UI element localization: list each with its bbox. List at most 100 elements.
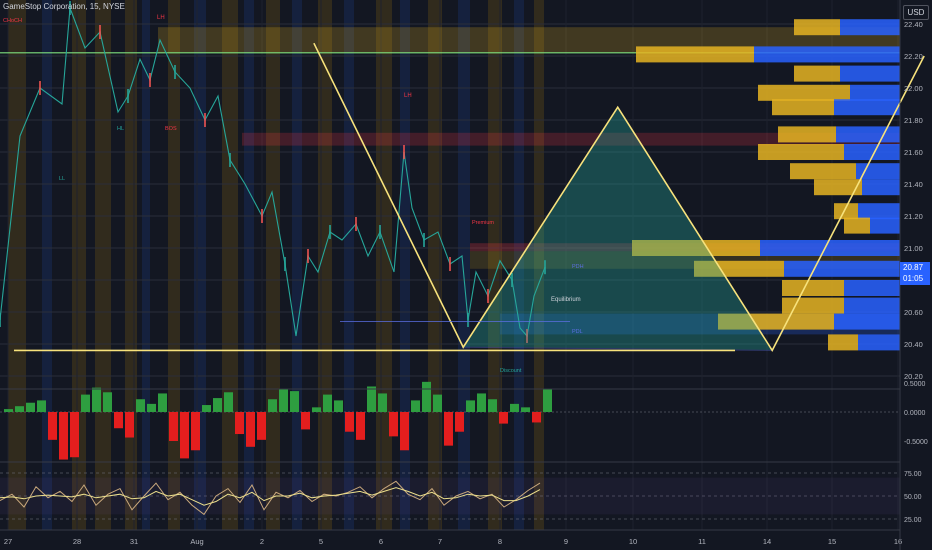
osc-bar xyxy=(125,412,134,438)
osc-bar xyxy=(158,393,167,412)
vp-down-bar xyxy=(828,334,858,351)
vp-down-bar xyxy=(844,217,870,234)
label-lh-left: LH xyxy=(157,15,165,21)
candle xyxy=(307,249,309,263)
candle xyxy=(261,209,263,223)
osc-bar xyxy=(15,406,24,412)
candle xyxy=(174,65,176,79)
vp-up-bar xyxy=(844,297,900,314)
rsi-tick-label: 25.00 xyxy=(904,517,922,524)
osc-bar xyxy=(499,412,508,424)
vp-up-bar xyxy=(858,203,900,220)
vp-down-bar xyxy=(790,163,856,180)
osc-bar xyxy=(26,402,35,412)
vp-up-bar xyxy=(840,65,900,82)
label-bos: BOS xyxy=(165,126,177,132)
osc-bar xyxy=(114,412,123,429)
time-tick-label: 15 xyxy=(828,537,836,546)
osc-bar xyxy=(136,399,145,412)
label-hl: HL xyxy=(117,126,124,132)
price-tick-label: 21.40 xyxy=(904,180,923,189)
time-tick-label: 8 xyxy=(498,537,502,546)
time-tick-label: 5 xyxy=(319,537,323,546)
session-band xyxy=(458,0,470,530)
candle xyxy=(127,89,129,103)
vp-up-bar xyxy=(784,260,900,277)
osc-bar xyxy=(4,409,13,412)
osc-bar xyxy=(477,393,486,412)
time-tick-label: 11 xyxy=(698,537,706,546)
session-band xyxy=(266,0,280,530)
session-band xyxy=(344,0,354,530)
osc-tick-label: -0.5000 xyxy=(904,439,928,446)
last-price-tag: 20.87 01:05 xyxy=(900,262,930,285)
candle xyxy=(487,289,489,303)
price-tick-label: 21.20 xyxy=(904,212,923,221)
vp-down-bar xyxy=(772,99,834,116)
candle xyxy=(0,313,1,327)
session-band xyxy=(292,0,302,530)
osc-bar xyxy=(345,412,354,432)
osc-bar xyxy=(488,399,497,412)
osc-bar xyxy=(422,381,431,412)
osc-bar xyxy=(323,394,332,412)
price-tick-label: 20.60 xyxy=(904,308,923,317)
candle xyxy=(99,25,101,39)
countdown: 01:05 xyxy=(903,274,924,283)
vp-down-bar xyxy=(794,65,840,82)
osc-bar xyxy=(37,400,46,412)
time-tick-label: 6 xyxy=(379,537,383,546)
chart-canvas[interactable]: LH LH LL HL BOS CHoCH Premium Equilibrium Discou… xyxy=(0,0,932,550)
osc-tick-label: 0.5000 xyxy=(904,381,926,388)
candle xyxy=(284,257,286,271)
price-tick-label: 22.00 xyxy=(904,84,923,93)
session-band xyxy=(400,0,410,530)
osc-bar xyxy=(521,407,530,412)
osc-bar xyxy=(257,412,266,440)
last-price: 20.87 xyxy=(903,263,924,272)
vp-down-bar xyxy=(782,297,844,314)
price-tick-label: 22.40 xyxy=(904,20,923,29)
candle xyxy=(467,313,469,327)
vp-up-bar xyxy=(862,179,900,196)
price-tick-label: 21.00 xyxy=(904,244,923,253)
session-band xyxy=(194,0,206,530)
time-tick-label: 31 xyxy=(130,537,138,546)
vp-up-bar xyxy=(836,126,900,143)
vp-down-bar xyxy=(778,126,836,143)
rsi-tick-label: 75.00 xyxy=(904,471,922,478)
vp-up-bar xyxy=(858,334,900,351)
session-band xyxy=(222,0,238,530)
time-tick-label: 16 xyxy=(894,537,902,546)
currency-button[interactable]: USD xyxy=(903,5,929,20)
time-tick-label: 14 xyxy=(763,537,771,546)
osc-bar xyxy=(92,387,101,412)
candle xyxy=(39,81,41,95)
session-band xyxy=(125,0,137,530)
time-tick-label: 27 xyxy=(4,537,12,546)
vp-down-bar xyxy=(834,203,858,220)
candle xyxy=(449,257,451,271)
vp-up-bar xyxy=(834,99,900,116)
osc-bar xyxy=(378,393,387,412)
time-tick-label: 2 xyxy=(260,537,264,546)
vp-down-bar xyxy=(758,144,844,160)
osc-bar xyxy=(246,412,255,447)
session-band xyxy=(142,0,150,530)
candle xyxy=(379,225,381,239)
osc-bar xyxy=(466,400,475,412)
vp-down-bar xyxy=(814,179,862,196)
rsi-tick-label: 50.00 xyxy=(904,494,922,501)
symbol-title: GameStop Corporation, 15, NYSE xyxy=(3,2,125,11)
osc-bar xyxy=(103,392,112,412)
osc-bar xyxy=(147,403,156,412)
osc-bar xyxy=(334,400,343,412)
price-tick-label: 21.60 xyxy=(904,148,923,157)
candle xyxy=(204,113,206,127)
osc-bar xyxy=(81,394,90,412)
vp-up-bar xyxy=(834,313,900,330)
session-bands xyxy=(8,0,544,530)
vp-down-bar xyxy=(794,19,840,36)
candle xyxy=(229,153,231,167)
candle xyxy=(423,233,425,247)
